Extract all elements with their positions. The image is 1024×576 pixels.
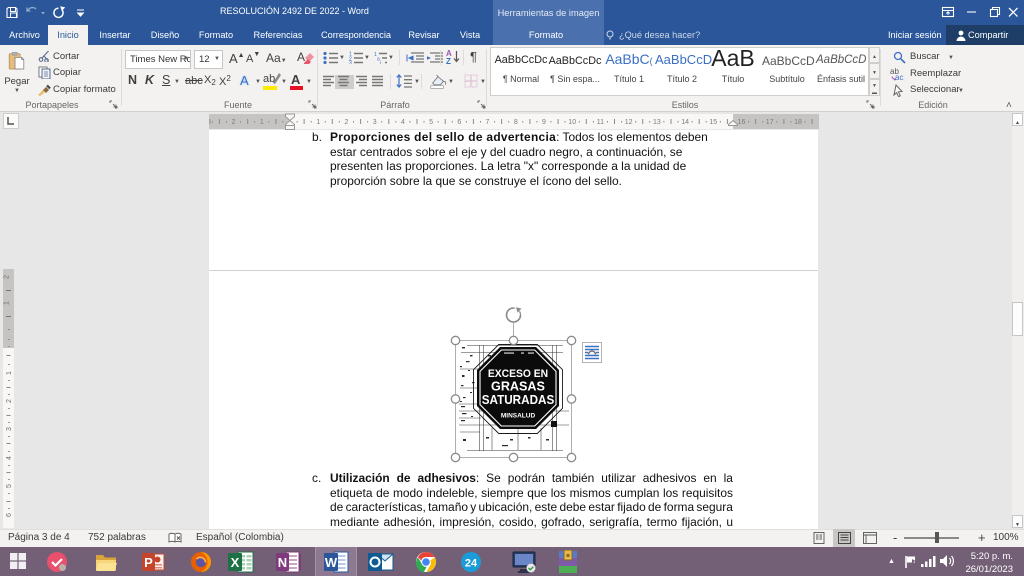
- svg-text:N: N: [278, 555, 287, 570]
- svg-text:A: A: [297, 50, 305, 64]
- svg-text:24: 24: [465, 558, 478, 570]
- svg-text:P: P: [144, 555, 153, 570]
- svg-text:ac: ac: [895, 73, 903, 81]
- svg-text:Z: Z: [446, 57, 451, 65]
- svg-text:i: i: [380, 61, 381, 65]
- svg-text:3: 3: [349, 61, 352, 65]
- svg-text:X: X: [231, 555, 240, 570]
- svg-text:W: W: [325, 555, 338, 570]
